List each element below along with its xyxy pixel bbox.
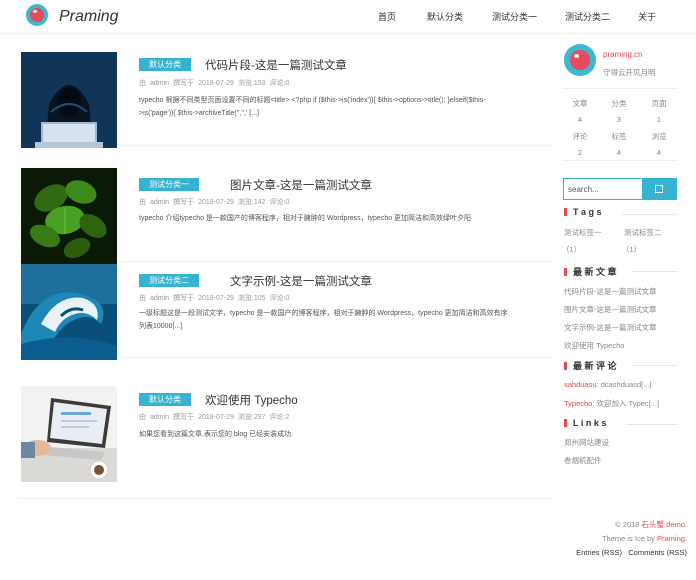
laptop-image[interactable]: [21, 386, 117, 482]
search-icon: [655, 185, 663, 193]
theme-link[interactable]: Praming.: [657, 534, 687, 543]
divider: [622, 214, 677, 215]
category-badge[interactable]: 测试分类二: [139, 274, 199, 287]
post-title[interactable]: 文字示例-这是一篇测试文章: [230, 273, 372, 289]
stat-views: 浏览 4: [651, 132, 667, 157]
nav-test-category-1[interactable]: 测试分类一: [492, 10, 537, 23]
footer-theme: Theme is Ice by Praming.: [601, 534, 687, 543]
post-title[interactable]: 图片文章-这是一篇测试文章: [230, 177, 372, 193]
post-card: 默认分类 代码片段-这是一篇测试文章 由 admin 撰写于 2018-07-29 浏览…: [17, 36, 552, 148]
stat-posts: 文章 4: [572, 99, 588, 124]
links-heading: L i n k s: [564, 418, 606, 428]
hacker-image[interactable]: [21, 52, 117, 148]
nav-home[interactable]: 首页: [378, 10, 396, 23]
post-excerpt: 一级标题这是一段测试文字，typecho 是一款国产的博客程序，相对于臃肿的 W…: [139, 310, 508, 330]
recent-posts-heading: 最 新 文 章: [564, 265, 617, 278]
search-input[interactable]: [564, 179, 642, 199]
category-badge[interactable]: 默认分类: [139, 58, 191, 71]
avatar[interactable]: [564, 44, 596, 76]
nav-about[interactable]: 关于: [638, 10, 656, 23]
recent-post-link[interactable]: 图片文章-这是一篇测试文章: [564, 304, 657, 315]
logo-icon[interactable]: [26, 4, 48, 26]
recent-post-link[interactable]: 文字示例-这是一篇测试文章: [564, 322, 657, 333]
stat-tags: 标签 4: [611, 132, 627, 157]
post-title[interactable]: 代码片段-这是一篇测试文章: [205, 57, 347, 73]
nav-test-category-2[interactable]: 测试分类二: [565, 10, 610, 23]
friend-link[interactable]: 卷烟机配件: [564, 455, 602, 466]
search-box: [563, 178, 677, 200]
footer-copyright: © 2018 石头蟹 demo.: [615, 520, 687, 529]
tags-heading: T a g s: [564, 207, 602, 217]
divider: [563, 88, 677, 89]
category-badge[interactable]: 测试分类一: [139, 178, 199, 191]
copyright-link[interactable]: 石头蟹 demo.: [642, 520, 687, 529]
rss-comments-link[interactable]: Comments (RSS): [628, 548, 687, 557]
nav-default-category[interactable]: 默认分类: [427, 10, 463, 23]
friend-link[interactable]: 郑州网站建设: [564, 437, 609, 448]
post-author[interactable]: admin: [150, 80, 169, 87]
category-badge[interactable]: 默认分类: [139, 393, 191, 406]
post-card: 测试分类二 文字示例-这是一篇测试文章 由 admin 撰写于 2018-07-29 浏…: [17, 248, 552, 360]
stat-comments: 评论 2: [572, 132, 588, 157]
post-author[interactable]: admin: [150, 414, 169, 421]
post-card: 默认分类 欢迎使用 Typecho 由 admin 撰写于 2018-07-29 浏览:…: [17, 372, 552, 488]
post-excerpt: 如果您看到这篇文章,表示您的 blog 已经安装成功.: [139, 431, 294, 438]
site-header: Praming 首页 默认分类 测试分类一 测试分类二 关于: [0, 0, 696, 34]
tag-count: （1）: [562, 245, 582, 254]
recent-comments-heading: 最 新 评 论: [564, 359, 617, 372]
divider: [632, 271, 677, 272]
post-meta: 由 admin 撰写于 2018-07-29 浏览:297 评论:2: [139, 414, 290, 421]
rss-entries-link[interactable]: Entries (RSS): [576, 548, 622, 557]
post-author[interactable]: admin: [150, 295, 169, 302]
post-excerpt: typecho 根据不同类型页面设置不同的标题<title> <?php if …: [139, 97, 486, 117]
content-divider: [17, 498, 552, 499]
stat-pages: 页面 1: [651, 99, 667, 124]
post-excerpt: typecho 介绍typecho 是一款国产的博客程序，相对于臃肿的 Word…: [139, 215, 472, 222]
stat-categories: 分类 3: [611, 99, 627, 124]
footer-rss: Entries (RSS) Comments (RSS): [576, 548, 687, 557]
divider: [632, 365, 677, 366]
site-motto: 守得云开见月明: [603, 68, 656, 77]
tag-link[interactable]: 测试标签一: [564, 227, 602, 238]
site-brand[interactable]: Praming: [59, 8, 119, 26]
site-link[interactable]: praming.cn: [603, 50, 643, 59]
recent-post-link[interactable]: 代码片段-这是一篇测试文章: [564, 286, 657, 297]
post-meta: 由 admin 撰写于 2018-07-29 浏览:105 评论:0: [139, 295, 290, 302]
divider: [563, 160, 677, 161]
post-card: 测试分类一 图片文章-这是一篇测试文章 由 admin 撰写于 2018-07-29 浏…: [17, 152, 552, 264]
post-meta: 由 admin 撰写于 2018-07-29 浏览:142 评论:0: [139, 199, 290, 206]
search-button[interactable]: [642, 179, 676, 199]
post-meta: 由 admin 撰写于 2018-07-29 浏览:153 评论:0: [139, 80, 290, 87]
post-title[interactable]: 欢迎使用 Typecho: [205, 392, 298, 408]
tag-link[interactable]: 测试标签二: [624, 227, 662, 238]
comment-item[interactable]: Typecho: 欢迎加入 Typec[...]: [564, 398, 659, 409]
wave-image[interactable]: [21, 264, 117, 360]
comment-item[interactable]: sahduasu: dcashduasd[...]: [564, 380, 652, 389]
divider: [626, 424, 677, 425]
tag-count: （1）: [622, 245, 642, 254]
post-author[interactable]: admin: [150, 199, 169, 206]
recent-post-link[interactable]: 欢迎使用 Typecho: [564, 340, 624, 351]
